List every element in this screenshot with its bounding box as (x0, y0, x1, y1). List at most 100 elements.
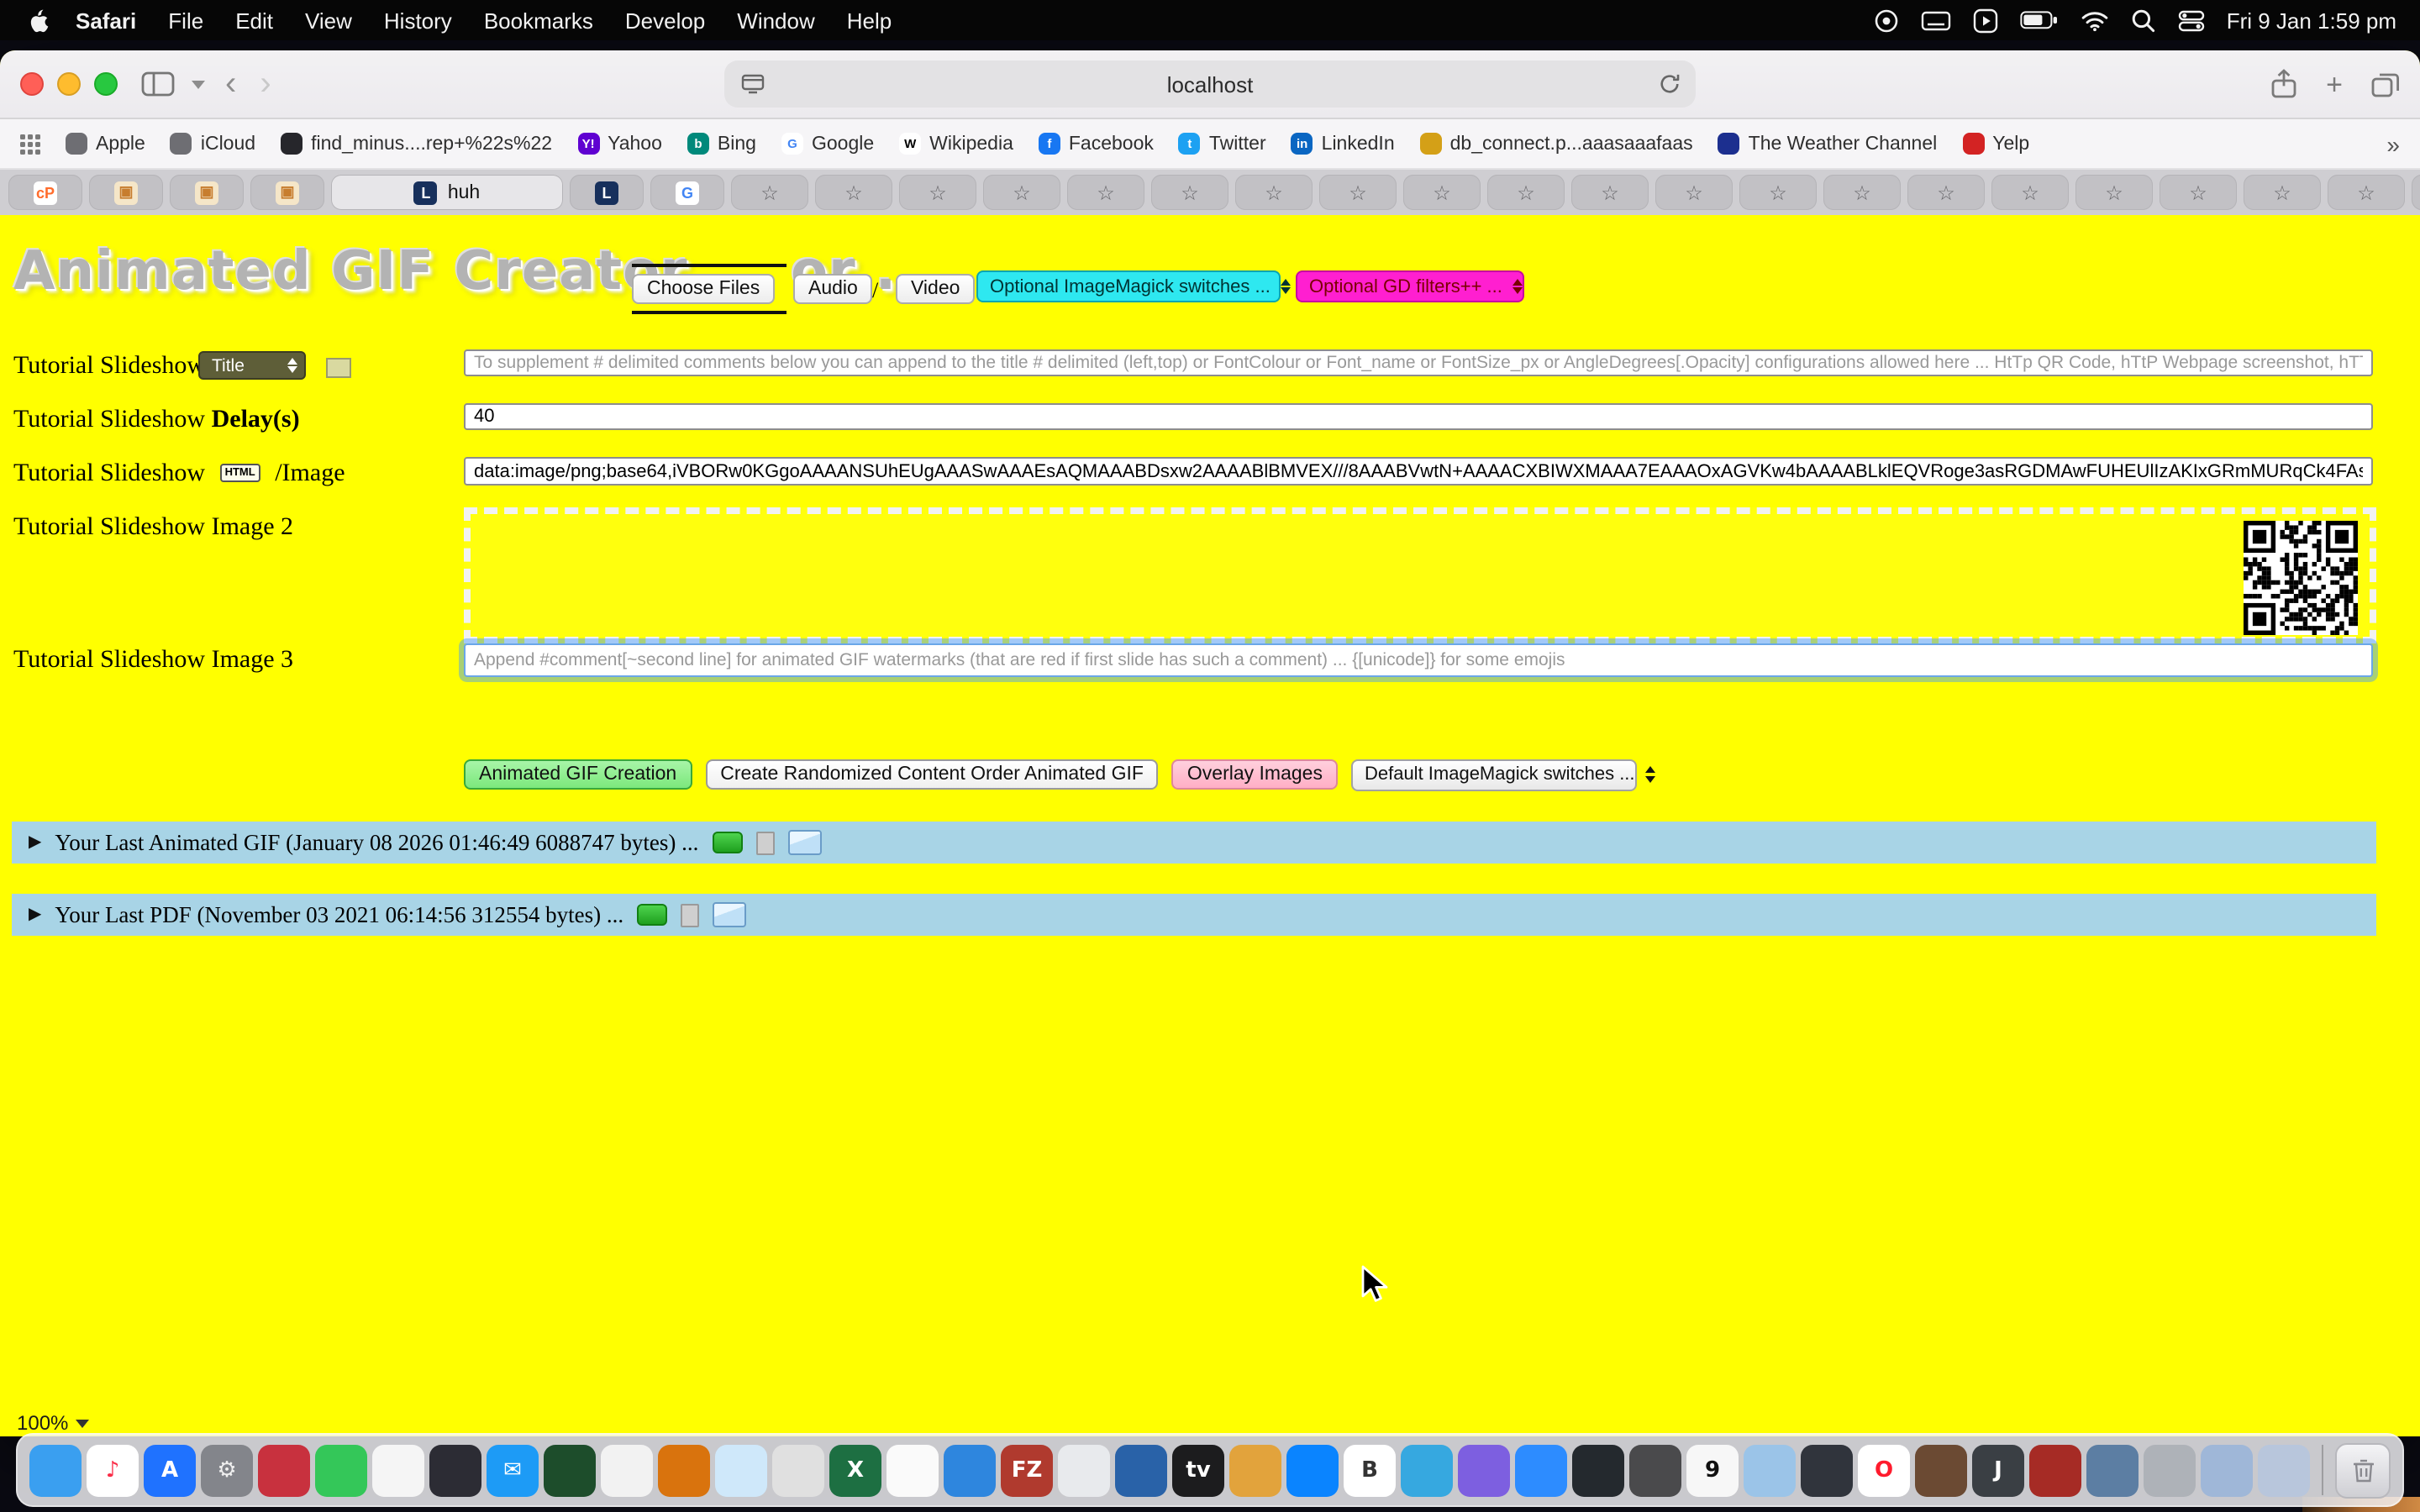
dock-app-icon[interactable] (715, 1444, 767, 1496)
zoom-window-button[interactable] (94, 72, 118, 96)
favorites-bar-item[interactable]: find_minus....rep+%22s%22 (281, 133, 552, 155)
menubar-menu-item[interactable]: Develop (625, 8, 705, 33)
favorite-tab[interactable]: ☆ (1319, 175, 1397, 210)
favorites-bar-item[interactable]: Y! Yahoo (577, 133, 662, 155)
share-icon[interactable] (2270, 69, 2297, 99)
favorite-tab[interactable]: ☆ (1907, 175, 1985, 210)
dock-app-icon[interactable] (315, 1444, 367, 1496)
dock-app-icon[interactable] (1229, 1444, 1281, 1496)
menubar-menu-item[interactable]: Bookmarks (484, 8, 593, 33)
favorites-bar-item[interactable]: f Facebook (1039, 133, 1154, 155)
page-zoom-indicator[interactable]: 100% (17, 1411, 88, 1435)
dock-app-icon[interactable] (1744, 1444, 1796, 1496)
dock-app-icon[interactable] (1801, 1444, 1853, 1496)
keyboard-icon[interactable] (1921, 9, 1951, 31)
favorites-bar-item[interactable]: Apple (66, 133, 145, 155)
favorite-tab[interactable]: ☆ (2244, 175, 2321, 210)
dock-app-icon[interactable] (1572, 1444, 1624, 1496)
gd-filters-select[interactable]: Optional GD filters++ ... (1296, 270, 1524, 302)
imagemagick-switches-select[interactable]: Optional ImageMagick switches ... (976, 270, 1281, 302)
watermark-comment-input[interactable] (464, 643, 2373, 677)
dock-app-icon[interactable] (258, 1444, 310, 1496)
dock-app-icon[interactable]: ♪ (87, 1444, 139, 1496)
menubar-menu-item[interactable]: File (168, 8, 203, 33)
close-window-button[interactable] (20, 72, 44, 96)
minimize-window-button[interactable] (57, 72, 81, 96)
gif-preview-icon[interactable] (712, 832, 742, 853)
dock-app-icon[interactable] (2258, 1444, 2310, 1496)
favorite-tab[interactable]: ☆ (1403, 175, 1481, 210)
default-imagemagick-select[interactable]: Default ImageMagick switches ... (1351, 759, 1637, 790)
dock-app-icon[interactable] (772, 1444, 824, 1496)
favorites-bar-item[interactable]: iCloud (171, 133, 255, 155)
favorite-tab[interactable]: ☆ (1067, 175, 1144, 210)
accordion-bar[interactable]: ▶ Your Last Animated GIF (January 08 202… (12, 822, 2376, 864)
browser-tab[interactable]: ▣ (89, 175, 163, 210)
favorite-tab[interactable]: ☆ (2328, 175, 2405, 210)
forward-button[interactable]: › (256, 67, 274, 101)
menubar-menu-item[interactable]: Window (737, 8, 815, 33)
image-drop-area[interactable] (464, 507, 2376, 643)
dock-app-icon[interactable] (601, 1444, 653, 1496)
favorite-tab[interactable]: ☆ (1151, 175, 1228, 210)
battery-icon[interactable] (2020, 10, 2059, 30)
picture-thumbnail-icon[interactable] (787, 830, 821, 855)
favorite-tab[interactable]: ☆ (1739, 175, 1817, 210)
dock-app-icon[interactable]: tv (1172, 1444, 1224, 1496)
control-center-icon[interactable] (2178, 9, 2205, 31)
dock-app-icon[interactable] (1058, 1444, 1110, 1496)
favorites-bar-item[interactable]: db_connect.p...aaasaaafaas (1420, 133, 1693, 155)
menubar-clock[interactable]: Fri 9 Jan 1:59 pm (2227, 8, 2396, 33)
slideshow-delay-input[interactable] (464, 403, 2373, 430)
back-button[interactable]: ‹ (222, 67, 239, 101)
playback-icon[interactable] (1973, 8, 1998, 33)
favorite-tab[interactable]: ☆ (1991, 175, 2069, 210)
favorites-bar-item[interactable]: in LinkedIn (1292, 133, 1395, 155)
favorite-tab[interactable]: ☆ (2075, 175, 2153, 210)
dock-app-icon[interactable] (372, 1444, 424, 1496)
new-tab-button[interactable]: + (2326, 70, 2343, 98)
active-tab[interactable]: L huh (331, 175, 563, 210)
dock-app-icon[interactable] (429, 1444, 481, 1496)
overlay-images-button[interactable]: Overlay Images (1172, 759, 1338, 790)
small-frame-icon[interactable] (681, 903, 699, 927)
favorite-tab[interactable]: ☆ (1571, 175, 1649, 210)
wifi-icon[interactable] (2081, 9, 2109, 31)
favorites-bar-item[interactable]: The Weather Channel (1718, 133, 1938, 155)
title-select[interactable]: Title (198, 351, 306, 380)
title-colour-swatch[interactable] (326, 358, 351, 378)
video-button[interactable]: Video (896, 274, 975, 304)
browser-tab[interactable]: ▣ (170, 175, 244, 210)
favorites-bar-item[interactable]: G Google (781, 133, 874, 155)
menubar-menu-item[interactable]: Edit (235, 8, 273, 33)
status-badge-icon[interactable] (1874, 8, 1899, 33)
small-frame-icon[interactable] (755, 831, 774, 854)
tab-overview-icon[interactable] (2371, 71, 2400, 97)
picture-thumbnail-icon[interactable] (713, 902, 746, 927)
dock-app-icon[interactable] (886, 1444, 939, 1496)
sidebar-chevron-icon[interactable] (192, 80, 205, 88)
favorites-bar-item[interactable]: Yelp (1962, 133, 2029, 155)
dock-app-icon[interactable] (1286, 1444, 1339, 1496)
gif-preview-icon[interactable] (637, 904, 667, 926)
favorite-tab[interactable]: ☆ (1655, 175, 1733, 210)
trash-icon[interactable] (2335, 1442, 2391, 1498)
dock-app-icon[interactable] (29, 1444, 82, 1496)
favorite-tab[interactable]: ☆ (2160, 175, 2237, 210)
reload-icon[interactable] (1659, 72, 1681, 96)
dock-app-icon[interactable] (2201, 1444, 2253, 1496)
choose-files-button[interactable]: Choose Files (632, 274, 775, 304)
accordion-bar[interactable]: ▶ Your Last PDF (November 03 2021 06:14:… (12, 894, 2376, 936)
favorite-tab[interactable]: ☆ (1823, 175, 1901, 210)
apple-menu-icon[interactable] (24, 6, 49, 34)
address-bar[interactable]: localhost (724, 60, 1696, 108)
favorite-tab[interactable]: ☆ (1487, 175, 1565, 210)
menubar-menu-item[interactable]: Safari (76, 8, 136, 33)
dock-app-icon[interactable] (1915, 1444, 1967, 1496)
browser-tab[interactable]: cP (8, 175, 82, 210)
dock-app-icon[interactable] (658, 1444, 710, 1496)
dock-app-icon[interactable]: A (144, 1444, 196, 1496)
randomized-order-button[interactable]: Create Randomized Content Order Animated… (705, 759, 1159, 790)
dock-app-icon[interactable]: B (1344, 1444, 1396, 1496)
sidebar-toggle-icon[interactable] (141, 71, 175, 97)
